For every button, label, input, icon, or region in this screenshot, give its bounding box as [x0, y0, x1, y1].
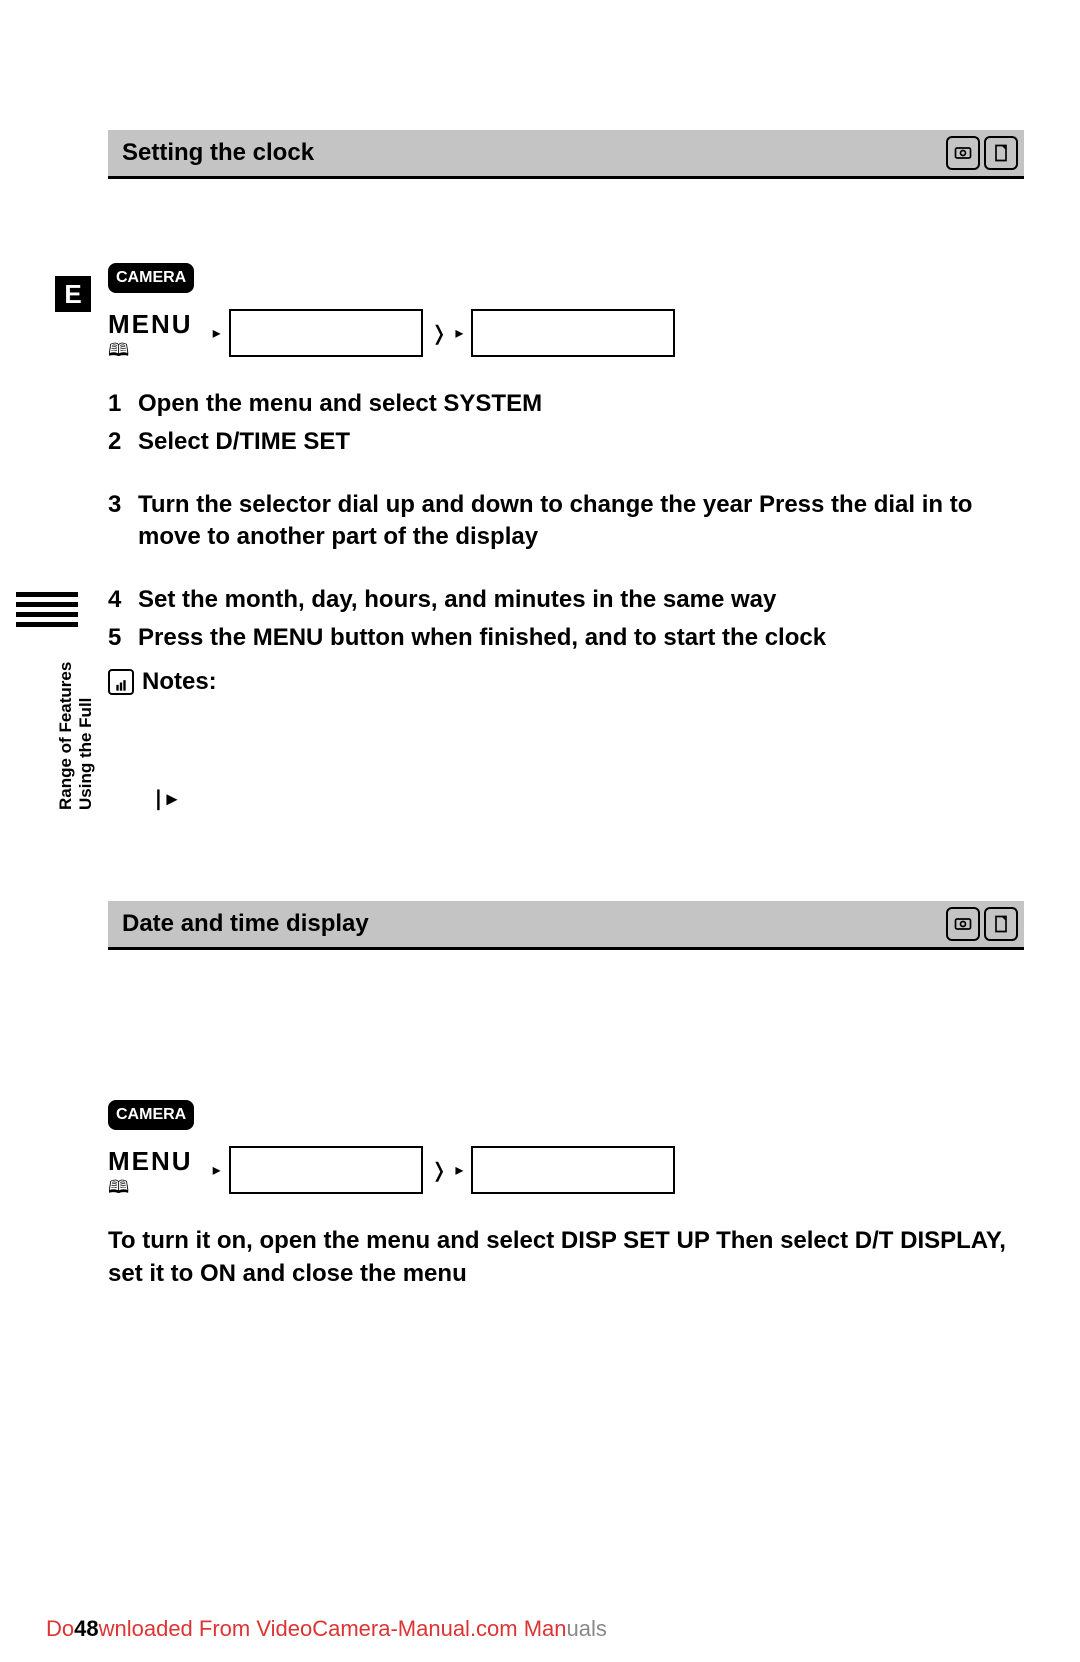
double-arrow-icon: ❭	[431, 1158, 448, 1183]
sidebar-decorative-bars	[16, 592, 78, 632]
section-header-datetime: Date and time display	[108, 901, 1024, 950]
book-icon: 🕮	[108, 1175, 129, 1205]
menu-box-1	[229, 1146, 423, 1194]
menu-path-row: MENU 🕮 ▸ ❭ ▸	[108, 309, 1080, 368]
arrow-right-icon: ▸	[455, 1160, 463, 1180]
section2-instruction: To turn it on, open the menu and select …	[108, 1225, 1024, 1290]
sidebar-label-2: Using the Full	[76, 698, 96, 810]
card-icon	[984, 136, 1018, 170]
card-icon	[984, 907, 1018, 941]
page-letter-badge: E	[55, 276, 91, 312]
notes-icon	[108, 669, 134, 695]
arrow-right-icon: ▸	[455, 323, 463, 343]
camera-mode-tag: CAMERA	[108, 263, 194, 293]
book-icon: 🕮	[108, 338, 129, 368]
camera-mode-tag: CAMERA	[108, 1100, 194, 1130]
instruction-steps: 1Open the menu and select SYSTEM 2Select…	[108, 388, 1024, 696]
menu-box-1	[229, 309, 423, 357]
section-title: Setting the clock	[122, 139, 314, 167]
menu-label-text: MENU	[108, 309, 193, 340]
double-arrow-icon: ❭	[431, 321, 448, 346]
sidebar-label-1: Range of Features	[56, 662, 76, 810]
play-forward-icon: ❘▸	[150, 786, 1080, 811]
tape-icon	[946, 907, 980, 941]
section-header-clock: Setting the clock	[108, 130, 1024, 179]
menu-path-row: MENU 🕮 ▸ ❭ ▸	[108, 1146, 1080, 1205]
menu-box-2	[471, 309, 675, 357]
menu-label-text: MENU	[108, 1146, 193, 1177]
arrow-right-icon: ▸	[213, 323, 221, 343]
menu-box-2	[471, 1146, 675, 1194]
section-title: Date and time display	[122, 910, 369, 938]
page-footer: Do48wnloaded From VideoCamera-Manual.com…	[46, 1616, 607, 1642]
arrow-right-icon: ▸	[213, 1160, 221, 1180]
notes-label: Notes:	[142, 668, 217, 696]
tape-icon	[946, 136, 980, 170]
